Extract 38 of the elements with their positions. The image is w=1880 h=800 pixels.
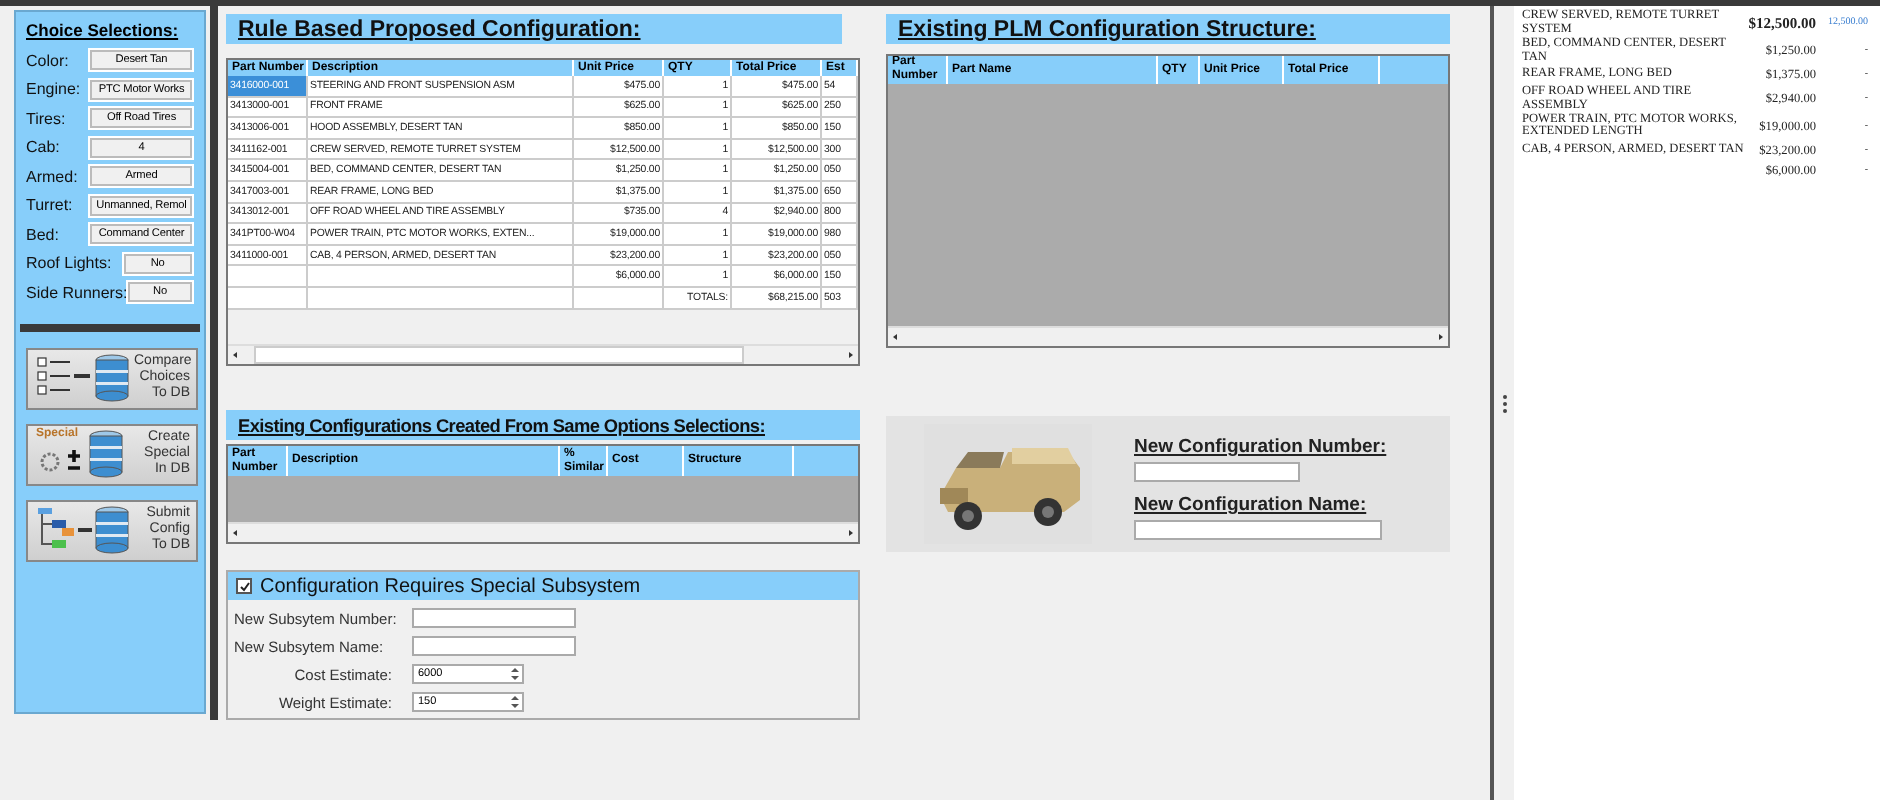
field-label: Side Runners:	[26, 283, 126, 302]
field-label: Cab:	[26, 138, 62, 157]
field-label: Armed:	[26, 167, 80, 186]
field-label: Color:	[26, 51, 71, 70]
field-label: Engine:	[26, 80, 83, 99]
table-cell	[574, 287, 664, 310]
horizontal-scrollbar[interactable]	[228, 522, 858, 542]
field-label: Bed:	[26, 225, 61, 244]
field-label: New Configuration Number:	[1134, 436, 1387, 458]
spin-arrows-icon[interactable]	[508, 694, 522, 710]
check-icon	[239, 581, 249, 591]
section-title: Existing PLM Configuration Structure:	[898, 17, 1316, 41]
field-label: Roof Lights:	[26, 254, 114, 273]
tree-to-database-icon	[34, 504, 134, 556]
scroll-left-icon[interactable]	[228, 526, 242, 540]
splitter-grip-icon[interactable]	[1501, 393, 1507, 413]
checkbox-label: Configuration Requires Special Subsystem	[260, 575, 641, 597]
field-label: New Configuration Name:	[1134, 494, 1369, 516]
section-title: Existing Configurations Created From Same Options Selections:	[238, 415, 765, 435]
scroll-right-icon[interactable]	[844, 526, 858, 540]
panel-title: Choice Selections:	[26, 20, 181, 40]
scroll-right-icon[interactable]	[1434, 330, 1448, 344]
checklist-to-database-icon	[34, 352, 134, 404]
checkbox[interactable]	[236, 578, 252, 594]
horizontal-scrollbar[interactable]	[888, 326, 1448, 346]
text-field[interactable]	[1134, 462, 1300, 482]
text-field[interactable]	[1134, 520, 1382, 540]
field-label: Tires:	[26, 109, 68, 128]
scroll-left-icon[interactable]	[228, 348, 242, 362]
text-field[interactable]	[412, 608, 576, 628]
spin-arrows-icon[interactable]	[508, 666, 522, 682]
section-title: Rule Based Proposed Configuration:	[238, 17, 641, 41]
text-field[interactable]	[412, 636, 576, 656]
horizontal-scrollbar[interactable]	[228, 344, 858, 364]
scroll-right-icon[interactable]	[844, 348, 858, 362]
scroll-left-icon[interactable]	[888, 330, 902, 344]
table-cell	[228, 287, 308, 310]
field-label: Turret:	[26, 196, 75, 215]
